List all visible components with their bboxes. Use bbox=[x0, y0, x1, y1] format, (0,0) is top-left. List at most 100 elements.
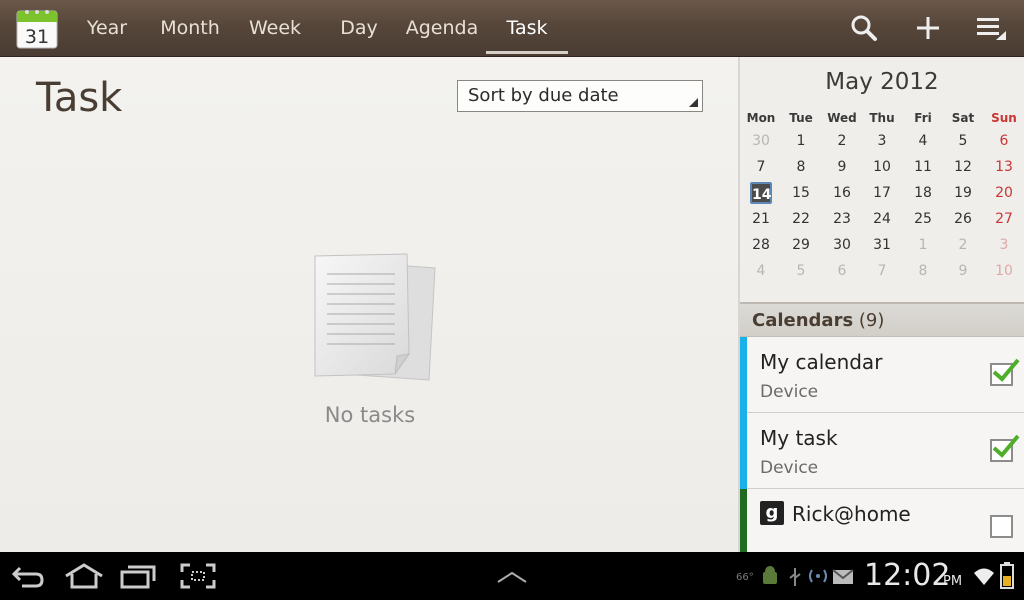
day-cell[interactable]: 2 bbox=[822, 133, 862, 149]
tab-week[interactable]: Week bbox=[246, 0, 304, 54]
calendar-item-name: My calendar bbox=[760, 350, 883, 374]
day-cell[interactable]: 13 bbox=[984, 159, 1024, 175]
day-cell[interactable]: 18 bbox=[903, 185, 943, 201]
calendar-app-icon[interactable]: 31 bbox=[16, 7, 58, 49]
day-number: 21 bbox=[752, 211, 770, 227]
day-cell[interactable]: 10 bbox=[984, 263, 1024, 279]
day-number: 5 bbox=[958, 133, 968, 149]
day-cell[interactable]: 27 bbox=[984, 211, 1024, 227]
back-icon[interactable] bbox=[8, 562, 48, 590]
day-cell[interactable]: 7 bbox=[862, 263, 902, 279]
day-number: 12 bbox=[954, 159, 972, 175]
day-cell[interactable]: 11 bbox=[903, 159, 943, 175]
day-cell[interactable]: 30 bbox=[822, 237, 862, 253]
day-cell[interactable]: 30 bbox=[741, 133, 781, 149]
weekday-label: Wed bbox=[827, 111, 857, 125]
day-cell-today[interactable]: 14 bbox=[741, 182, 781, 204]
day-cell[interactable]: 22 bbox=[781, 211, 821, 227]
day-cell[interactable]: 12 bbox=[943, 159, 983, 175]
day-cell[interactable]: 25 bbox=[903, 211, 943, 227]
day-number: 28 bbox=[752, 237, 770, 253]
day-number: 6 bbox=[837, 263, 847, 279]
day-number: 11 bbox=[914, 159, 932, 175]
week-row: 7 8 9 10 11 12 13 bbox=[740, 159, 1024, 185]
chevron-up-icon[interactable] bbox=[492, 562, 532, 590]
day-cell[interactable]: 4 bbox=[741, 263, 781, 279]
calendar-item-my-task[interactable]: My task Device bbox=[740, 413, 1024, 489]
day-number: 16 bbox=[833, 185, 851, 201]
day-number: 9 bbox=[958, 263, 968, 279]
menu-icon[interactable] bbox=[974, 12, 1006, 44]
add-icon[interactable] bbox=[912, 12, 944, 44]
day-number: 30 bbox=[752, 133, 770, 149]
dropdown-corner-icon bbox=[689, 98, 698, 107]
tab-year[interactable]: Year bbox=[82, 0, 132, 54]
page-title: Task bbox=[36, 75, 123, 121]
day-cell[interactable]: 26 bbox=[943, 211, 983, 227]
recent-apps-icon[interactable] bbox=[118, 562, 158, 590]
wifi-icon bbox=[972, 564, 996, 592]
day-cell[interactable]: 16 bbox=[822, 185, 862, 201]
day-cell[interactable]: 5 bbox=[943, 133, 983, 149]
sort-dropdown[interactable]: Sort by due date bbox=[457, 80, 703, 112]
day-cell[interactable]: 1 bbox=[781, 133, 821, 149]
day-cell[interactable]: 17 bbox=[862, 185, 902, 201]
day-cell[interactable]: 8 bbox=[903, 263, 943, 279]
calendar-checkbox[interactable] bbox=[990, 358, 1020, 386]
day-cell[interactable]: 31 bbox=[862, 237, 902, 253]
tab-day[interactable]: Day bbox=[336, 0, 382, 54]
day-cell[interactable]: 20 bbox=[984, 185, 1024, 201]
day-cell[interactable]: 4 bbox=[903, 133, 943, 149]
day-cell[interactable]: 3 bbox=[984, 237, 1024, 253]
day-number: 27 bbox=[995, 211, 1013, 227]
clock-time: 12:02 bbox=[864, 558, 951, 593]
day-cell[interactable]: 24 bbox=[862, 211, 902, 227]
home-icon[interactable] bbox=[62, 562, 103, 590]
day-number: 4 bbox=[918, 133, 928, 149]
day-cell[interactable]: 5 bbox=[781, 263, 821, 279]
day-number: 3 bbox=[877, 133, 887, 149]
calendar-item-rick-home[interactable]: g Rick@home bbox=[740, 489, 1024, 552]
day-number: 7 bbox=[877, 263, 887, 279]
weekday-label: Tue bbox=[789, 111, 813, 125]
tab-task[interactable]: Task bbox=[486, 0, 568, 54]
day-number: 22 bbox=[792, 211, 810, 227]
tab-month[interactable]: Month bbox=[156, 0, 224, 54]
week-row: 28 29 30 31 1 2 3 bbox=[740, 237, 1024, 263]
day-cell[interactable]: 8 bbox=[781, 159, 821, 175]
day-cell[interactable]: 28 bbox=[741, 237, 781, 253]
calendars-header: Calendars (9) bbox=[740, 302, 1024, 337]
day-cell[interactable]: 15 bbox=[781, 185, 821, 201]
day-cell[interactable]: 9 bbox=[822, 159, 862, 175]
day-cell[interactable]: 1 bbox=[903, 237, 943, 253]
day-cell[interactable]: 6 bbox=[984, 133, 1024, 149]
day-cell[interactable]: 7 bbox=[741, 159, 781, 175]
day-cell[interactable]: 21 bbox=[741, 211, 781, 227]
battery-icon bbox=[998, 562, 1016, 594]
empty-state-text: No tasks bbox=[324, 403, 416, 427]
calendar-checkbox[interactable] bbox=[990, 434, 1020, 462]
calendar-item-source: Device bbox=[760, 458, 819, 478]
task-pane: Task Sort by due date No tasks bbox=[0, 57, 738, 552]
app-icon-day: 31 bbox=[25, 26, 49, 48]
mini-calendar-title[interactable]: May 2012 bbox=[740, 69, 1024, 95]
day-cell[interactable]: 6 bbox=[822, 263, 862, 279]
day-cell[interactable]: 10 bbox=[862, 159, 902, 175]
screenshot-icon[interactable] bbox=[178, 562, 218, 590]
calendar-checkbox[interactable] bbox=[990, 515, 1013, 538]
temperature-text: 66° bbox=[736, 572, 754, 583]
day-cell[interactable]: 2 bbox=[943, 237, 983, 253]
day-cell[interactable]: 9 bbox=[943, 263, 983, 279]
day-number: 5 bbox=[796, 263, 806, 279]
day-cell[interactable]: 29 bbox=[781, 237, 821, 253]
day-cell[interactable]: 19 bbox=[943, 185, 983, 201]
signal-icon bbox=[806, 566, 830, 592]
day-cell[interactable]: 23 bbox=[822, 211, 862, 227]
day-number: 15 bbox=[792, 185, 810, 201]
weekday-label: Thu bbox=[869, 111, 895, 125]
day-number: 8 bbox=[918, 263, 928, 279]
tab-agenda[interactable]: Agenda bbox=[404, 0, 480, 54]
calendar-item-my-calendar[interactable]: My calendar Device bbox=[740, 337, 1024, 413]
search-icon[interactable] bbox=[848, 12, 880, 44]
day-cell[interactable]: 3 bbox=[862, 133, 902, 149]
